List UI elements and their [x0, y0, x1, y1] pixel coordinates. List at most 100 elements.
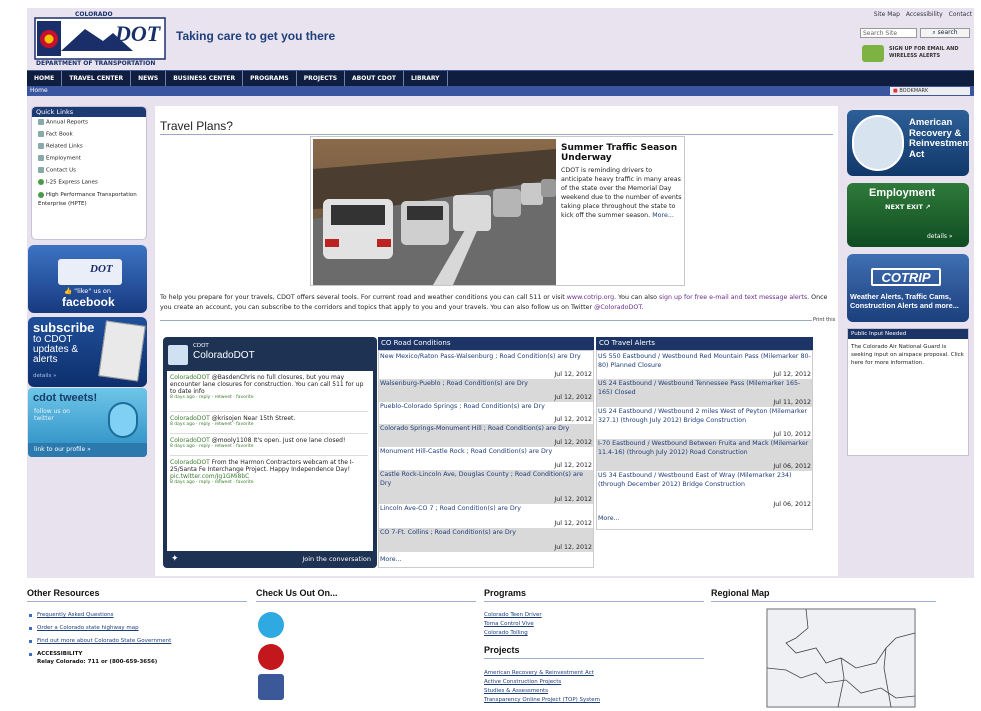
quick-link-label: Related Links — [46, 143, 83, 150]
book-icon — [38, 131, 44, 137]
subscribe-details[interactable]: details » — [33, 373, 56, 379]
facebook-promo[interactable]: DOT 👍 "like" us on facebook — [28, 245, 147, 313]
footer-divider — [484, 658, 704, 659]
active-construction-link[interactable]: Active Construction Projects — [484, 679, 561, 685]
quick-link-related-links[interactable]: Related Links — [32, 141, 146, 153]
nav-news[interactable]: NEWS — [131, 71, 167, 86]
travel-alert-row[interactable]: I-70 Eastbound / Westbound Between Fruit… — [597, 439, 812, 471]
travel-alerts-more[interactable]: More... — [597, 514, 621, 523]
tweet-user[interactable]: ColoradoDOT — [170, 437, 210, 444]
road-condition-row[interactable]: Castle Rock-Lincoln Ave, Douglas County … — [379, 470, 593, 504]
toma-control-link[interactable]: Toma Control Vive — [484, 621, 534, 627]
twitter-handle-link[interactable]: @ColoradoDOT — [594, 304, 641, 311]
teen-driver-link[interactable]: Colorado Teen Driver — [484, 612, 542, 618]
feature-story: Summer Traffic Season Underway CDOT is r… — [310, 136, 685, 286]
quick-link-annual-reports[interactable]: Annual Reports — [32, 117, 146, 129]
tweet-actions[interactable]: 8 days ago · reply · retweet · favorite — [170, 480, 368, 486]
road-condition-row[interactable]: Walsenburg-Pueblo ; Road Condition(s) ar… — [379, 379, 593, 402]
cdot-logo[interactable]: COLORADO DOT DEPARTMENT OF TRANSPORTATIO… — [33, 11, 169, 68]
feature-more-link[interactable]: More... — [652, 212, 674, 219]
cotrip-link[interactable]: www.cotrip.org — [567, 294, 614, 301]
tweets-profile-link[interactable]: link to our profile » — [34, 446, 91, 453]
tweet-user[interactable]: ColoradoDOT — [170, 459, 210, 466]
tweet-actions[interactable]: 8 days ago · reply · retweet · favorite — [170, 422, 368, 428]
email-alerts-signup[interactable]: SIGN UP FOR EMAIL AND WIRELESS ALERTS — [862, 43, 972, 65]
quick-links-panel: Quick Links Annual Reports Fact Book Rel… — [31, 106, 147, 240]
intro-text: . — [641, 303, 644, 311]
faq-link[interactable]: Frequently Asked Questions — [37, 612, 114, 618]
road-condition-row[interactable]: Pueblo-Colorado Springs ; Road Condition… — [379, 402, 593, 424]
public-input-title: Public Input Needed — [848, 329, 968, 339]
phone-icon — [862, 45, 884, 62]
quick-link-contact-us[interactable]: Contact Us — [32, 165, 146, 177]
cotrip-logo: COTRIP — [871, 268, 941, 286]
employment-details[interactable]: details » — [927, 233, 953, 240]
twitter-widget-name[interactable]: ColoradoDOT — [193, 350, 255, 361]
road-condition-date: Jul 12, 2012 — [554, 544, 592, 551]
nav-home[interactable]: HOME — [27, 71, 63, 86]
tweet-actions[interactable]: 8 days ago · reply · retweet · favorite — [170, 444, 368, 450]
road-condition-text: Monument Hill-Castle Rock ; Road Conditi… — [380, 448, 553, 455]
nav-library[interactable]: LIBRARY — [404, 71, 448, 86]
travel-alert-row[interactable]: US 24 Eastbound / Westbound Tennessee Pa… — [597, 379, 812, 407]
road-condition-date: Jul 12, 2012 — [554, 439, 592, 446]
employment-promo[interactable]: Employment NEXT EXIT ↗ details » — [847, 183, 969, 247]
nav-business-center[interactable]: BUSINESS CENTER — [166, 71, 244, 86]
search-input[interactable]: Search Site — [860, 28, 917, 38]
travel-alert-date: Jul 12, 2012 — [773, 371, 811, 378]
tweet-pic-link[interactable]: pic.twitter.com/Jg1GMi8bC — [170, 473, 249, 480]
sitemap-link[interactable]: Site Map — [874, 11, 900, 18]
cotrip-promo[interactable]: COTRIP Weather Alerts, Traffic Cams, Con… — [847, 254, 969, 322]
avatar[interactable] — [168, 345, 188, 365]
youtube-social-icon[interactable] — [258, 644, 284, 670]
nav-about-cdot[interactable]: ABOUT CDOT — [345, 71, 404, 86]
bullet — [29, 627, 32, 630]
road-condition-row[interactable]: New Mexico/Raton Pass-Walsenburg ; Road … — [379, 352, 593, 379]
travel-alert-row[interactable]: US 24 Eastbound / Westbound 2 miles West… — [597, 407, 812, 439]
colorado-tolling-link[interactable]: Colorado Tolling — [484, 630, 528, 636]
regional-map[interactable] — [766, 608, 916, 708]
tweet-user[interactable]: ColoradoDOT — [170, 415, 210, 422]
transparency-link[interactable]: Transparency Online Project (TOP) System — [484, 697, 600, 703]
highway-map-link[interactable]: Order a Colorado state highway map — [37, 625, 139, 631]
quick-link-fact-book[interactable]: Fact Book — [32, 129, 146, 141]
twitter-promo[interactable]: cdot tweets! follow us on twitter link t… — [28, 388, 147, 457]
bookmark-button[interactable]: ■ BOOKMARK — [890, 87, 970, 95]
alerts-signup-link[interactable]: sign up for free e-mail and text message… — [659, 294, 807, 301]
breadcrumb-home[interactable]: Home — [30, 87, 48, 94]
join-conversation-link[interactable]: Join the conversation — [302, 555, 371, 563]
public-input-text[interactable]: The Colorado Air National Guard is seeki… — [848, 339, 968, 371]
search-button[interactable]: ⌕ search — [920, 28, 970, 38]
tweet-actions[interactable]: 8 days ago · reply · retweet · favorite — [170, 395, 368, 401]
travel-alert-row[interactable]: US 34 Eastbound / Westbound East of Wray… — [597, 471, 812, 509]
footer-divider — [711, 601, 936, 602]
subscribe-promo[interactable]: subscribe to CDOT updates & alerts detai… — [28, 317, 147, 387]
travel-alert-row[interactable]: US 550 Eastbound / Westbound Red Mountai… — [597, 352, 812, 379]
facebook-social-icon[interactable] — [258, 674, 284, 700]
nav-projects[interactable]: PROJECTS — [297, 71, 346, 86]
road-condition-row[interactable]: CO 7-Ft. Collins ; Road Condition(s) are… — [379, 528, 593, 552]
tweet-user[interactable]: ColoradoDOT — [170, 374, 210, 381]
print-this-link[interactable]: Print this — [812, 317, 837, 323]
studies-link[interactable]: Studies & Assessments — [484, 688, 548, 694]
twitter-social-icon[interactable] — [258, 612, 284, 638]
arra-promo[interactable]: American Recovery & Reinvestment Act — [847, 110, 969, 176]
arrow-icon: ↗ — [925, 203, 931, 211]
accessibility-link[interactable]: Accessibility — [906, 11, 943, 18]
main-nav: HOME TRAVEL CENTER NEWS BUSINESS CENTER … — [27, 70, 974, 86]
state-government-link[interactable]: Find out more about Colorado State Gover… — [37, 638, 171, 644]
feature-title[interactable]: Summer Traffic Season Underway — [561, 143, 684, 163]
quick-link-express-lanes[interactable]: I-25 Express Lanes — [32, 177, 146, 189]
road-condition-row[interactable]: Monument Hill-Castle Rock ; Road Conditi… — [379, 447, 593, 470]
tweets-title: cdot tweets! — [33, 392, 98, 404]
nav-travel-center[interactable]: TRAVEL CENTER — [62, 71, 132, 86]
road-conditions-more[interactable]: More... — [379, 555, 403, 564]
nav-programs[interactable]: PROGRAMS — [243, 71, 297, 86]
search-icon: ⌕ — [932, 29, 936, 36]
arra-link[interactable]: American Recovery & Reinvestment Act — [484, 670, 594, 676]
contact-link[interactable]: Contact — [949, 11, 972, 18]
quick-link-hpte[interactable]: High Performance Transportation Enterpri… — [32, 189, 146, 211]
road-condition-row[interactable]: Colorado Springs-Monument Hill ; Road Co… — [379, 424, 593, 447]
road-condition-row[interactable]: Lincoln Ave-CO 7 ; Road Condition(s) are… — [379, 504, 593, 528]
quick-link-employment[interactable]: Employment — [32, 153, 146, 165]
